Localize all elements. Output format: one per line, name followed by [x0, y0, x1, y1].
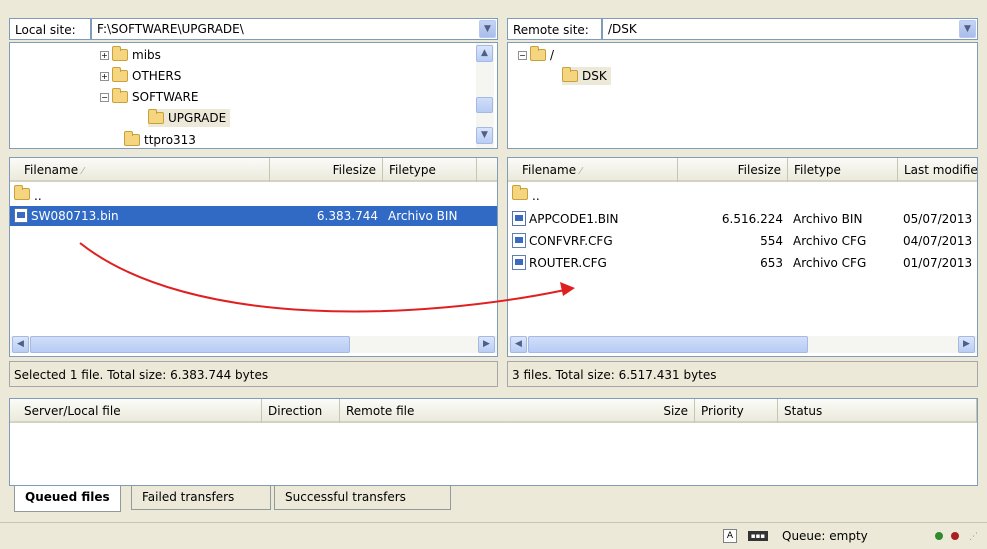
tab-queued-files[interactable]: Queued files — [14, 486, 121, 512]
tab-successful-transfers[interactable]: Successful transfers — [274, 486, 451, 510]
transfer-queue[interactable]: Server/Local file Direction Remote file … — [9, 398, 978, 486]
queue-header: Server/Local file Direction Remote file … — [10, 399, 977, 423]
column-size[interactable]: Size — [610, 399, 695, 423]
receive-led-icon — [951, 532, 959, 540]
binary-mode-icon: A — [723, 529, 737, 543]
resize-grip-icon[interactable]: ⋰ — [969, 532, 981, 544]
tab-failed-transfers[interactable]: Failed transfers — [131, 486, 271, 510]
column-status[interactable]: Status — [778, 399, 977, 423]
arrow-path — [79, 242, 566, 313]
speed-limit-icon: ▪▪▪ — [748, 531, 768, 541]
column-server-local-file[interactable]: Server/Local file — [10, 399, 262, 423]
arrowhead — [560, 282, 575, 296]
column-priority[interactable]: Priority — [695, 399, 778, 423]
send-led-icon — [935, 532, 943, 540]
status-bar: A ▪▪▪ Queue: empty ⋰ — [0, 522, 987, 549]
queue-status: Queue: empty — [782, 529, 868, 543]
column-direction[interactable]: Direction — [262, 399, 340, 423]
